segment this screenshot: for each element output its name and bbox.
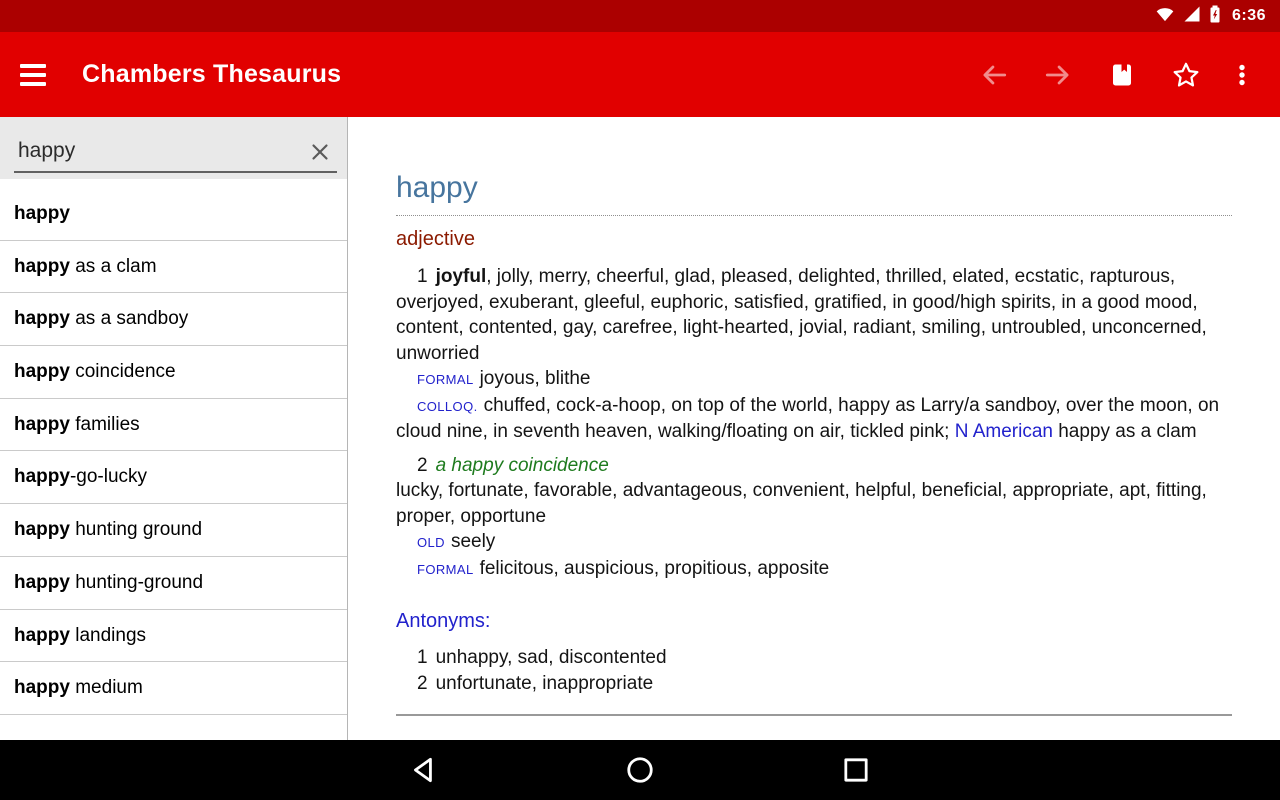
search-input[interactable] <box>14 135 303 169</box>
wifi-icon <box>1155 4 1175 29</box>
search-field <box>14 135 337 173</box>
overflow-icon[interactable] <box>1218 49 1266 101</box>
nav-home-icon[interactable] <box>625 755 655 785</box>
app-body: happy happy as a clam happy as a sandboy… <box>0 117 1280 740</box>
antonym-item: 1unhappy, sad, discontented <box>396 645 1232 671</box>
suggestion-item[interactable]: happy hunting-ground <box>0 557 347 610</box>
sense-2-synonyms: lucky, fortunate, favorable, advantageou… <box>396 478 1232 529</box>
suggestion-list: happy happy as a clam happy as a sandboy… <box>0 188 347 715</box>
forward-arrow-icon[interactable] <box>1026 49 1090 101</box>
antonym-item: 2unfortunate, inappropriate <box>396 671 1232 697</box>
screen: 6:36 Chambers Thesaurus <box>0 0 1280 800</box>
part-of-speech: adjective <box>396 228 1232 251</box>
nav-bar <box>0 740 1280 800</box>
status-time: 6:36 <box>1232 7 1266 25</box>
suggestion-item[interactable]: happy families <box>0 399 347 452</box>
back-arrow-icon[interactable] <box>962 49 1026 101</box>
register-label: COLLOQ. <box>417 399 478 414</box>
sense-2-example: 2a happy coincidence <box>396 453 1232 479</box>
cell-signal-icon <box>1182 4 1202 29</box>
search-bar <box>0 117 347 179</box>
book-icon[interactable] <box>1090 49 1154 101</box>
entry-divider <box>396 714 1232 716</box>
suggestion-item[interactable]: happy medium <box>0 662 347 715</box>
register-label: FORMAL <box>417 372 474 387</box>
suggestion-item[interactable]: happy <box>0 188 347 241</box>
suggestion-item[interactable]: happy-go-lucky <box>0 451 347 504</box>
sense-1-formal-line: FORMALjoyous, blithe <box>396 366 1232 393</box>
battery-charging-icon <box>1209 4 1221 29</box>
nav-recents-icon[interactable] <box>841 755 871 785</box>
app-title: Chambers Thesaurus <box>82 60 341 89</box>
status-bar: 6:36 <box>0 0 1280 32</box>
register-label: OLD <box>417 535 445 550</box>
app-bar: Chambers Thesaurus <box>0 32 1280 117</box>
antonyms-heading: Antonyms: <box>396 610 1232 633</box>
antonyms-list: 1unhappy, sad, discontented 2unfortunate… <box>396 645 1232 697</box>
suggestion-item[interactable]: happy hunting ground <box>0 504 347 557</box>
region-label: N American <box>955 421 1053 442</box>
entry-headword: happy <box>396 171 1232 216</box>
suggestion-item[interactable]: happy coincidence <box>0 346 347 399</box>
suggestion-item[interactable]: happy as a clam <box>0 241 347 294</box>
sidebar: happy happy as a clam happy as a sandboy… <box>0 117 348 740</box>
nav-back-icon[interactable] <box>409 755 439 785</box>
suggestion-item[interactable]: happy landings <box>0 610 347 663</box>
entry-panel: happy adjective 1joyful, jolly, merry, c… <box>348 117 1280 740</box>
clear-icon[interactable] <box>303 135 337 169</box>
sense-2-formal-line: FORMALfelicitous, auspicious, propitious… <box>396 556 1232 583</box>
suggestion-item[interactable]: happy as a sandboy <box>0 293 347 346</box>
sense-2-old-line: OLDseely <box>396 529 1232 556</box>
sense-1-synonyms: 1joyful, jolly, merry, cheerful, glad, p… <box>396 264 1232 366</box>
sense-1-colloq-line: COLLOQ.chuffed, cock-a-hoop, on top of t… <box>396 393 1232 445</box>
menu-icon[interactable] <box>20 55 60 95</box>
register-label: FORMAL <box>417 562 474 577</box>
star-icon[interactable] <box>1154 49 1218 101</box>
